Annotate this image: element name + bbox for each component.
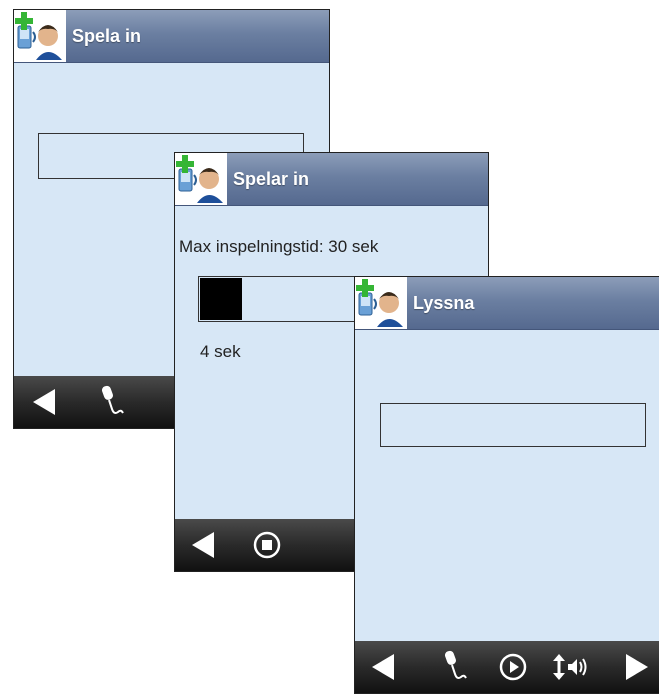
screen-title: Spela in	[72, 26, 142, 46]
microphone-icon	[444, 650, 467, 679]
app-recorder-icon	[355, 277, 407, 329]
forward-button[interactable]	[615, 641, 659, 693]
screen-title: Lyssna	[413, 293, 475, 313]
titlebar: Lyssna	[355, 277, 659, 330]
back-icon	[33, 389, 55, 415]
bottom-toolbar	[355, 641, 659, 693]
back-icon	[192, 532, 214, 558]
screen-title: Spelar in	[233, 169, 310, 189]
record-button[interactable]	[431, 641, 475, 693]
titlebar: Spelar in	[175, 153, 488, 206]
microphone-icon	[101, 385, 124, 414]
record-button[interactable]	[88, 376, 132, 428]
back-button[interactable]	[22, 376, 66, 428]
forward-icon	[626, 654, 648, 680]
stop-button[interactable]	[245, 519, 289, 571]
elapsed-time: 4 sek	[200, 342, 241, 361]
playback-field	[380, 403, 646, 447]
app-recorder-icon	[175, 153, 227, 205]
recording-progress-fill	[200, 278, 242, 320]
back-button[interactable]	[361, 641, 405, 693]
play-icon	[499, 653, 527, 681]
play-button[interactable]	[491, 641, 535, 693]
back-icon	[372, 654, 394, 680]
titlebar: Spela in	[14, 10, 329, 63]
back-button[interactable]	[181, 519, 225, 571]
app-recorder-icon	[14, 10, 66, 62]
screen-lyssna: Lyssna	[354, 276, 659, 694]
stop-icon	[253, 531, 281, 559]
max-time-label: Max inspelningstid: 30 sek	[179, 237, 379, 256]
volume-icon	[553, 654, 587, 680]
volume-button[interactable]	[549, 641, 593, 693]
